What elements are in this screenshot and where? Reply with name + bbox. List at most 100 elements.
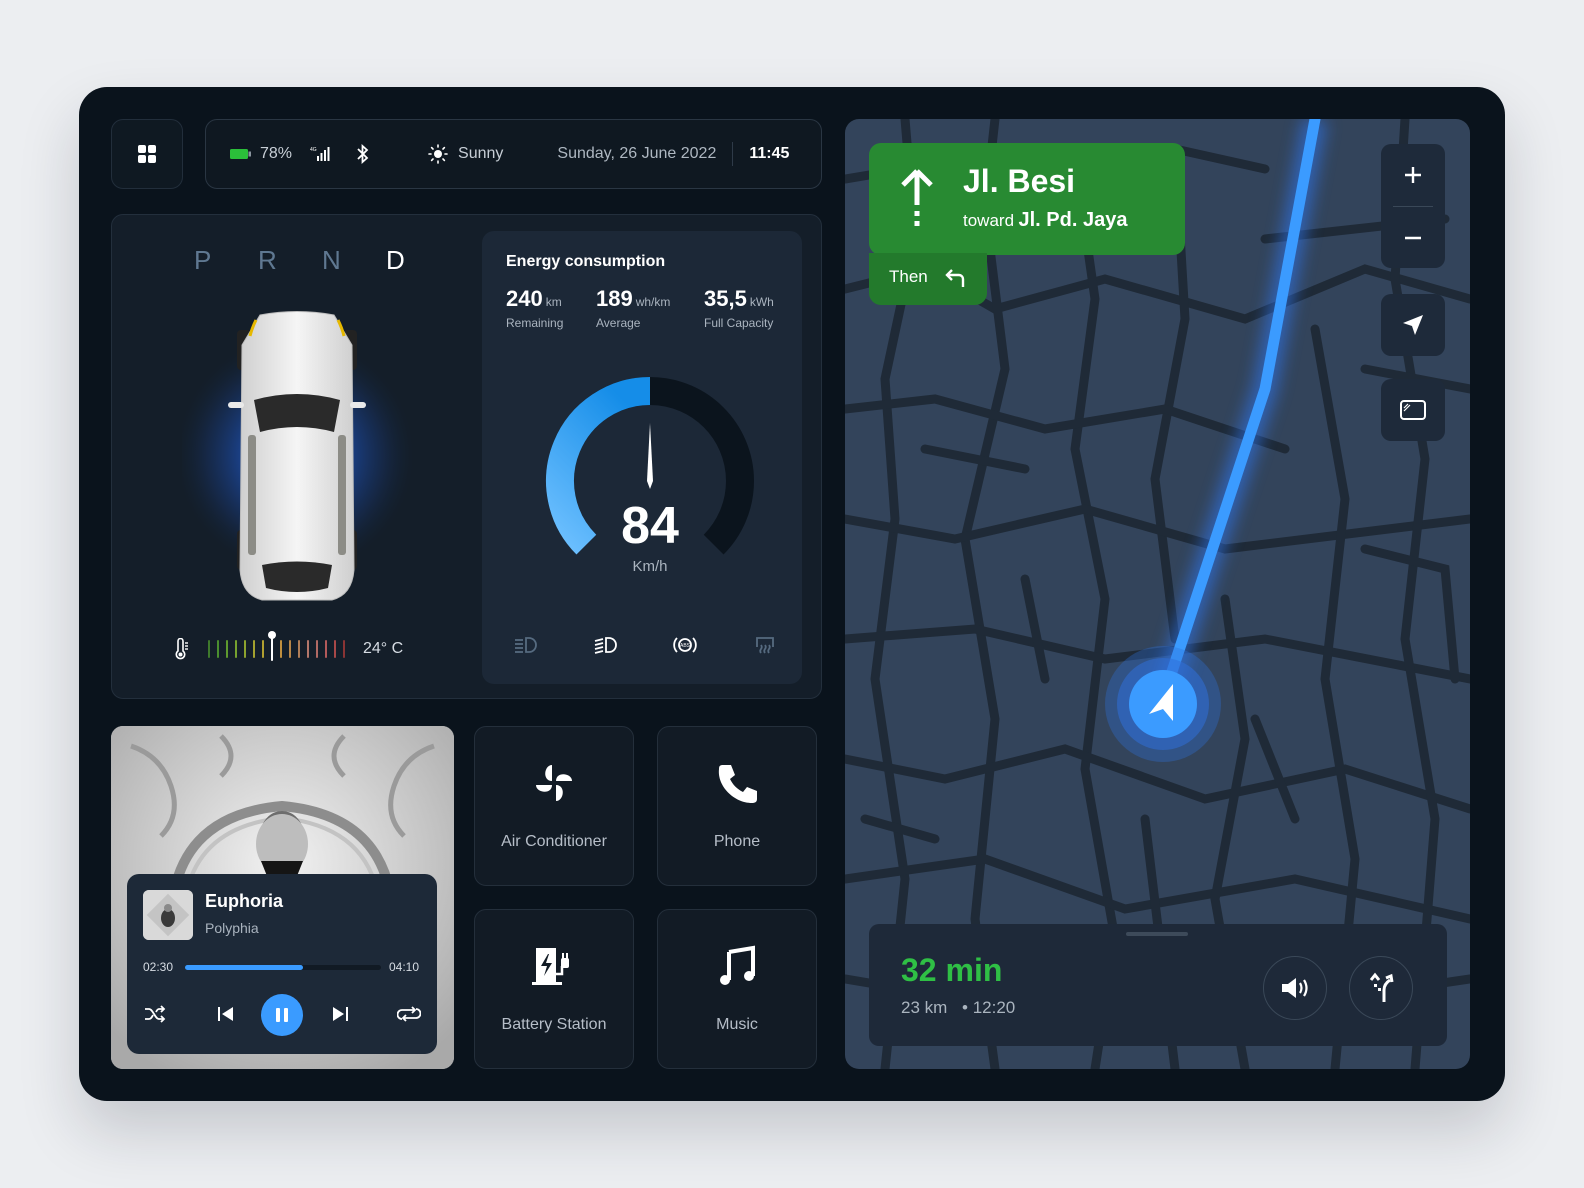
tile-label: Air Conditioner [501,833,607,850]
temperature-tick [262,640,264,658]
menu-button[interactable] [111,119,183,189]
shuffle-button[interactable] [143,1004,167,1029]
drive-panel: P R N D 24° C Energy consumption 240 km … [111,214,822,699]
fork-route-icon [1369,972,1394,1002]
repeat-icon [396,1006,422,1022]
street [845,394,1290,454]
temperature-slider[interactable] [208,631,345,661]
progress-fill [185,965,303,970]
air-conditioner-tile[interactable]: Air Conditioner [474,726,634,886]
temperature-tick [343,640,345,658]
stat-label: Remaining [506,316,564,330]
phone-tile[interactable]: Phone [657,726,817,886]
gear-p[interactable]: P [194,245,214,276]
temperature-knob[interactable] [268,631,276,639]
music-card: Euphoria Polyphia 02:30 04:10 [111,726,454,1069]
temperature-tick [316,640,318,658]
stat-average: 189 wh/km Average [596,286,670,330]
album-thumbnail [143,890,193,940]
toward-prefix: toward [963,211,1015,230]
battery-percent: 78% [260,145,293,162]
toward-line: toward Jl. Pd. Jaya [963,209,1127,232]
stat-remaining: 240 km Remaining [506,286,563,330]
temperature-tick [253,640,255,658]
temperature-tick [235,640,237,658]
tile-label: Battery Station [501,1016,607,1033]
music-player: Euphoria Polyphia 02:30 04:10 [127,874,437,1054]
temperature-tick [226,640,228,658]
temperature-tick [244,640,246,658]
grid-icon [138,145,156,163]
car-illustration [177,310,413,610]
divider [732,142,734,166]
temperature-tick [289,640,291,658]
turn-left-icon [945,269,965,287]
gear-r[interactable]: R [258,245,278,276]
temperature-tick [334,640,336,658]
energy-title: Energy consumption [506,253,666,270]
repeat-button[interactable] [396,1004,422,1029]
gear-d[interactable]: D [386,245,406,276]
battery-icon [230,149,251,159]
next-button[interactable] [331,1006,349,1027]
stat-unit: kWh [749,295,774,309]
stat-label: Average [596,316,641,330]
street [1250,714,1300,824]
thermometer-icon [175,638,188,660]
gear-n[interactable]: N [322,245,342,276]
previous-button[interactable] [217,1006,235,1027]
trip-summary: 32 min 23 km • 12:20 [869,924,1447,1046]
street [920,444,1030,474]
then-label: Then [889,267,928,286]
screen-icon [1400,400,1426,420]
volume-button[interactable] [1263,956,1327,1020]
map-view-button[interactable] [1381,379,1445,441]
temperature-tick [217,640,219,658]
stat-value: 240 [506,286,543,311]
progress-bar[interactable] [185,965,381,970]
sun-icon [428,144,448,164]
high-beam-icon [590,633,620,657]
drag-handle[interactable] [1126,932,1188,936]
clock: 11:45 [749,145,790,162]
gear-selector: P R N D [194,245,406,276]
zoom-in-button[interactable] [1381,144,1445,206]
stat-unit: wh/km [635,295,671,309]
street [1020,574,1050,684]
duration-time: 04:10 [389,960,420,974]
low-beam-icon [510,633,540,657]
temperature-tick [268,631,276,661]
street-name: Jl. Besi [963,163,1076,199]
speed-unit: Km/h [632,558,667,575]
eta-minutes: 32 min [901,952,1003,988]
navigation-map[interactable]: Jl. Besi toward Jl. Pd. Jaya Then 32 min… [845,119,1470,1069]
svg-text:4G: 4G [310,147,317,153]
pause-icon [276,1008,288,1022]
pause-button[interactable] [261,994,303,1036]
stat-unit: km [545,295,562,309]
stat-value: 189 [596,286,633,311]
music-tile[interactable]: Music [657,909,817,1069]
recenter-button[interactable] [1381,294,1445,356]
phone-icon [718,765,757,803]
speed-value: 84 [621,497,679,555]
stat-value: 35,5 [704,286,747,311]
arrival-time: • 12:20 [962,998,1016,1017]
temperature-tick [298,640,300,658]
energy-card: Energy consumption 240 km Remaining 189 wh… [482,231,802,684]
temperature-tick [280,640,282,658]
skip-back-icon [218,1007,233,1021]
stat-label: Full Capacity [704,316,774,330]
battery-station-tile[interactable]: Battery Station [474,909,634,1069]
route-options-button[interactable] [1349,956,1413,1020]
temperature-tick [325,640,327,658]
tile-label: Phone [713,833,761,850]
turn-instruction: Jl. Besi toward Jl. Pd. Jaya [869,143,1185,255]
zoom-out-button[interactable] [1381,207,1445,268]
status-bar: 78% 4G Sunny Sunday, 26 June 2022 11:45 [205,119,822,189]
abs-icon: ABS [670,633,700,657]
minus-icon [1405,236,1421,239]
bluetooth-icon[interactable] [356,144,370,164]
track-title: Euphoria [205,891,284,911]
date-label: Sunday, 26 June 2022 [557,145,717,162]
